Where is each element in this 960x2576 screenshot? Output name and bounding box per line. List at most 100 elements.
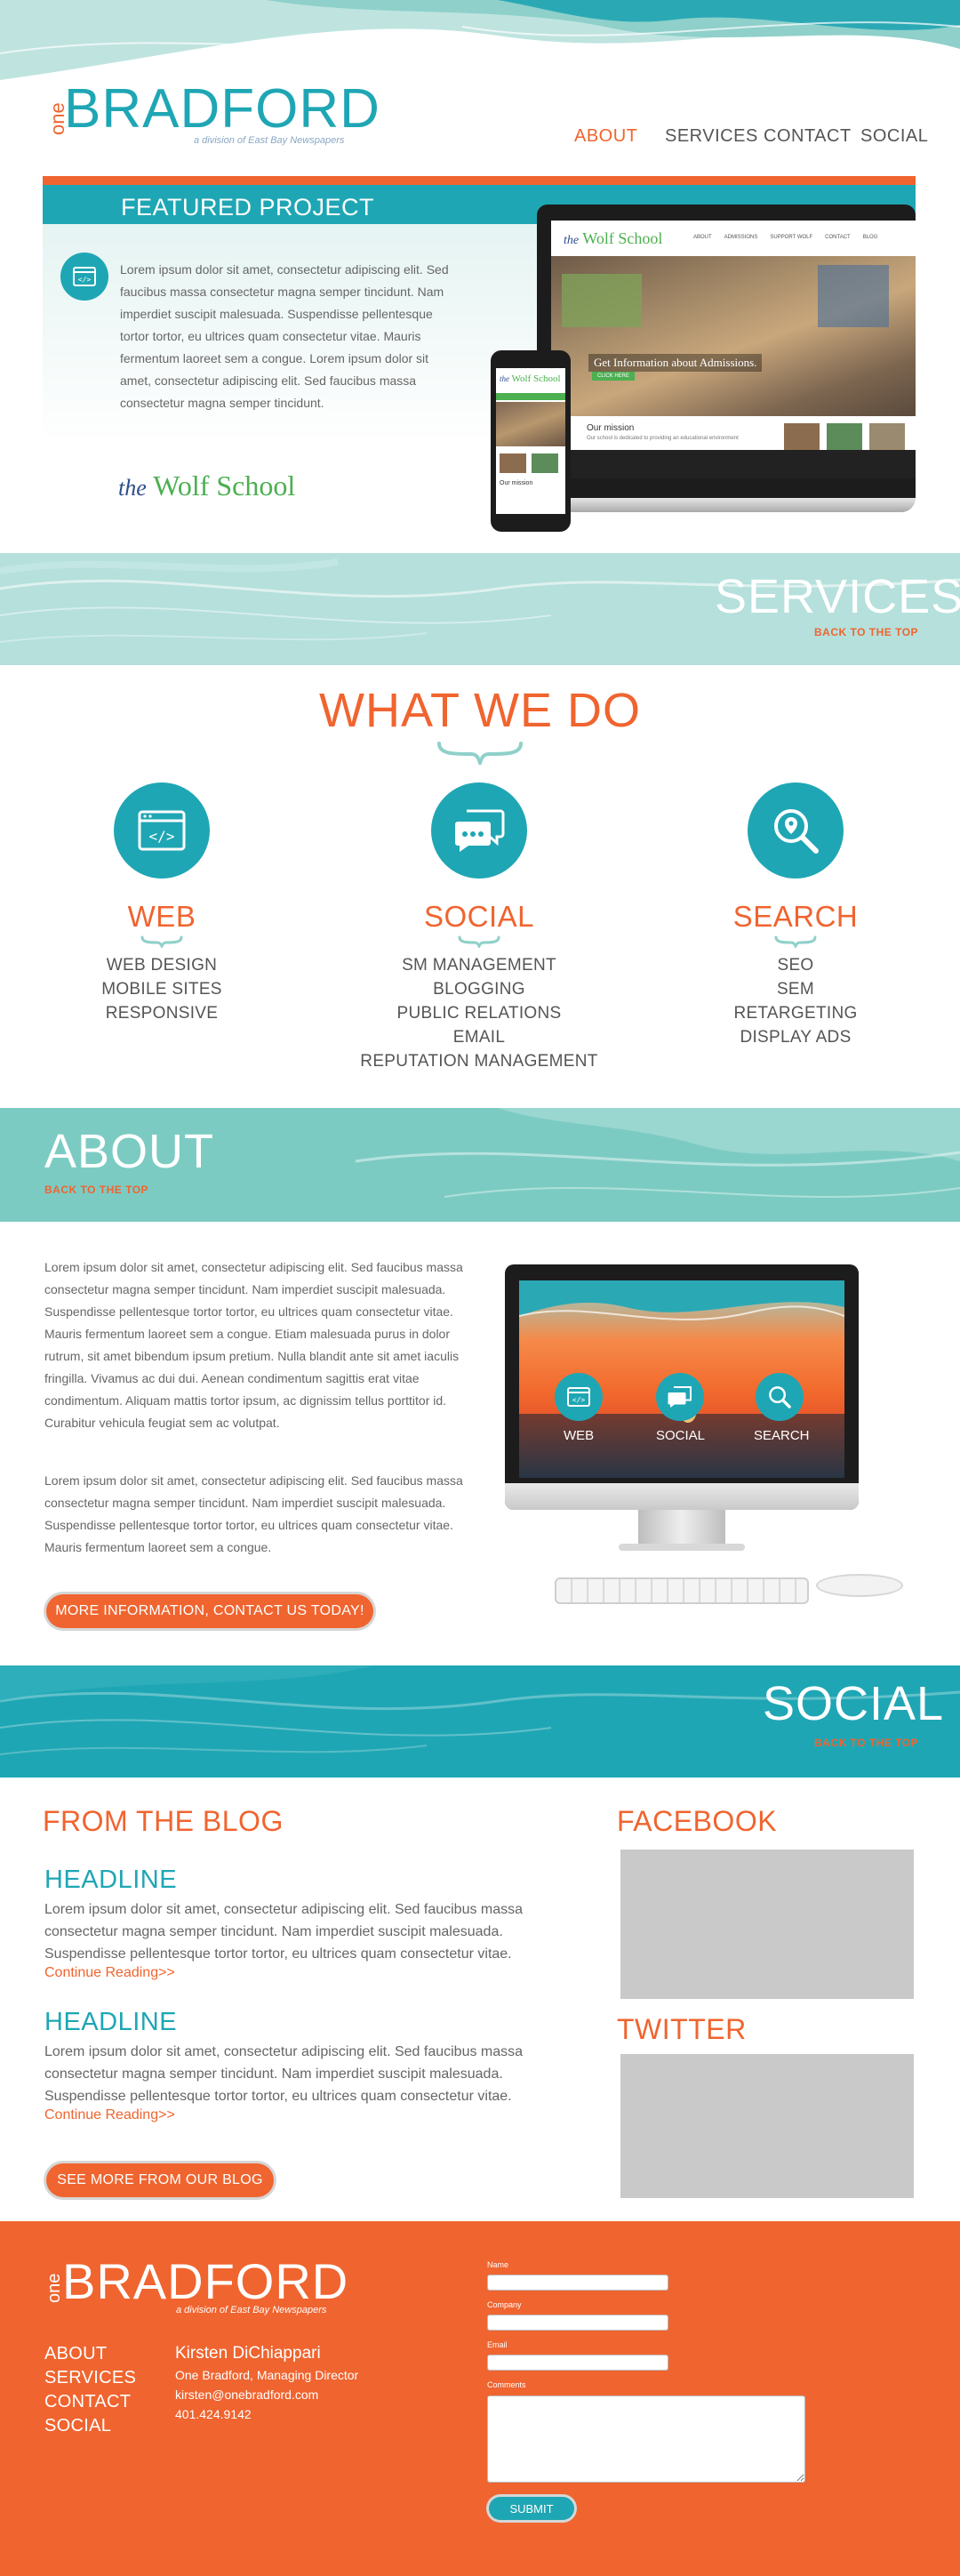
service-item: BLOGGING bbox=[433, 980, 525, 999]
blog-post-1-continue-link[interactable]: Continue Reading>> bbox=[44, 1965, 175, 1981]
about-back-to-top-link[interactable]: BACK TO THE TOP bbox=[44, 1184, 148, 1196]
mockup-nav-item: SUPPORT WOLF bbox=[770, 235, 813, 240]
service-title-social: SOCIAL bbox=[423, 900, 535, 933]
service-item: EMAIL bbox=[452, 1028, 506, 1047]
service-item: RESPONSIVE bbox=[105, 1004, 219, 1023]
nav-services[interactable]: SERVICES bbox=[665, 126, 758, 147]
blog-post-1-text: Lorem ipsum dolor sit amet, consectetur … bbox=[44, 1902, 524, 1962]
laptop-screen: the Wolf School ABOUT ADMISSIONS SUPPORT… bbox=[551, 221, 916, 478]
what-we-do-title: WHAT WE DO bbox=[319, 684, 641, 737]
brace-decoration bbox=[140, 935, 183, 948]
mouse bbox=[816, 1574, 903, 1597]
see-more-blog-button[interactable]: SEE MORE FROM OUR BLOG bbox=[46, 2163, 274, 2197]
footer-nav-contact[interactable]: CONTACT bbox=[44, 2390, 136, 2414]
services-title: SERVICES bbox=[715, 570, 960, 623]
comments-field[interactable] bbox=[487, 2395, 805, 2483]
featured-title: FEATURED PROJECT bbox=[121, 194, 375, 221]
chat-bubbles-icon bbox=[431, 782, 527, 879]
svg-text:</>: </> bbox=[149, 828, 175, 845]
nav-social[interactable]: SOCIAL bbox=[860, 126, 928, 147]
footer-nav-social[interactable]: SOCIAL bbox=[44, 2414, 136, 2438]
services-back-to-top-link[interactable]: BACK TO THE TOP bbox=[814, 626, 918, 638]
contact-email[interactable]: kirsten@onebradford.com bbox=[175, 2385, 358, 2404]
email-label: Email bbox=[487, 2340, 508, 2349]
monitor-label-web: WEB bbox=[564, 1428, 595, 1443]
blog-post-1-headline[interactable]: HEADLINE bbox=[44, 1866, 177, 1895]
chat-bubbles-icon bbox=[656, 1373, 704, 1421]
mockup-hero-text: Get Information about Admissions. bbox=[588, 354, 763, 372]
featured-project-panel: FEATURED PROJECT </> Lorem ipsum dolor s… bbox=[43, 176, 916, 532]
social-back-to-top-link[interactable]: BACK TO THE TOP bbox=[814, 1737, 918, 1749]
contact-name: Kirsten DiChiappari bbox=[175, 2344, 321, 2363]
contact-phone: 401.424.9142 bbox=[175, 2407, 252, 2421]
footer-nav-services[interactable]: SERVICES bbox=[44, 2366, 136, 2390]
mockup-site-nav: ABOUT ADMISSIONS SUPPORT WOLF CONTACT BL… bbox=[693, 235, 916, 240]
phone-mission-heading: Our mission bbox=[500, 480, 533, 486]
svg-text:</>: </> bbox=[572, 1396, 586, 1404]
phone-screen: the Wolf School Our mission bbox=[496, 368, 565, 514]
mockup-nav-item: CONTACT bbox=[825, 235, 851, 240]
footer-logo[interactable]: one BRADFORD a division of East Bay News… bbox=[43, 2257, 348, 2319]
service-item: MOBILE SITES bbox=[101, 980, 222, 999]
blog-post-2-headline[interactable]: HEADLINE bbox=[44, 2008, 177, 2037]
service-column-social: SOCIAL SM MANAGEMENT BLOGGING PUBLIC REL… bbox=[346, 782, 612, 1073]
mockup-nav-item: BLOG bbox=[862, 235, 878, 240]
contact-us-button[interactable]: MORE INFORMATION, CONTACT US TODAY! bbox=[46, 1594, 373, 1628]
twitter-section-title: TWITTER bbox=[617, 2013, 747, 2045]
mockup-hero-button: CLICK HERE bbox=[592, 372, 636, 381]
footer: one BRADFORD a division of East Bay News… bbox=[0, 2221, 960, 2576]
twitter-feed-placeholder[interactable] bbox=[620, 2054, 914, 2198]
about-paragraph-2: Lorem ipsum dolor sit amet, consectetur … bbox=[44, 1473, 463, 1554]
service-item: RETARGETING bbox=[733, 1004, 858, 1023]
email-field[interactable] bbox=[487, 2355, 668, 2371]
featured-accent-bar bbox=[43, 176, 916, 185]
company-field[interactable] bbox=[487, 2315, 668, 2331]
blog-post-2-continue-link[interactable]: Continue Reading>> bbox=[44, 2107, 175, 2123]
mockup-nav-item: ABOUT bbox=[693, 235, 712, 240]
header-logo[interactable]: one BRADFORD a division of East Bay News… bbox=[43, 82, 380, 153]
services-band: SERVICES BACK TO THE TOP bbox=[0, 553, 960, 665]
social-title: SOCIAL bbox=[763, 1677, 945, 1730]
blog-post-2-text: Lorem ipsum dolor sit amet, consectetur … bbox=[44, 2044, 524, 2104]
about-band: ABOUT BACK TO THE TOP bbox=[0, 1108, 960, 1222]
header-wave-decoration bbox=[0, 0, 960, 80]
footer-logo-wordmark: BRADFORD bbox=[62, 2253, 349, 2309]
footer-nav-about[interactable]: ABOUT bbox=[44, 2342, 136, 2366]
brace-decoration bbox=[774, 935, 817, 948]
service-item: SEO bbox=[777, 956, 814, 975]
service-list-social: SM MANAGEMENT BLOGGING PUBLIC RELATIONS … bbox=[346, 953, 612, 1073]
comments-label: Comments bbox=[487, 2380, 526, 2389]
svg-text:</>: </> bbox=[78, 276, 92, 284]
client-name: Wolf School bbox=[153, 469, 296, 502]
submit-button[interactable]: SUBMIT bbox=[489, 2497, 574, 2520]
company-label: Company bbox=[487, 2300, 522, 2309]
desktop-mockup: </> WEB SOCIAL SEARCH bbox=[505, 1264, 921, 1611]
footer-logo-tagline: a division of East Bay Newspapers bbox=[176, 2305, 327, 2315]
service-list-search: SEO SEM RETARGETING DISPLAY ADS bbox=[662, 953, 929, 1049]
keyboard bbox=[555, 1577, 809, 1604]
magnifier-icon bbox=[756, 1373, 804, 1421]
service-item: PUBLIC RELATIONS bbox=[396, 1004, 562, 1023]
name-label: Name bbox=[487, 2260, 509, 2269]
nav-contact[interactable]: CONTACT bbox=[764, 126, 852, 147]
service-title-search: SEARCH bbox=[732, 900, 859, 933]
code-window-icon: </> bbox=[555, 1373, 603, 1421]
about-paragraph-1: Lorem ipsum dolor sit amet, consectetur … bbox=[44, 1260, 463, 1430]
facebook-feed-placeholder[interactable] bbox=[620, 1850, 914, 1999]
monitor-label-search: SEARCH bbox=[754, 1428, 810, 1443]
phone-mockup: the Wolf School Our mission bbox=[491, 350, 571, 532]
contact-title: One Bradford, Managing Director bbox=[175, 2368, 359, 2382]
magnifier-icon bbox=[748, 782, 844, 879]
nav-about[interactable]: ABOUT bbox=[574, 126, 637, 147]
name-field[interactable] bbox=[487, 2275, 668, 2291]
footer-nav: ABOUT SERVICES CONTACT SOCIAL bbox=[44, 2342, 136, 2438]
social-band: SOCIAL BACK TO THE TOP bbox=[0, 1665, 960, 1778]
mockup-mission-text: Our school is dedicated to providing an … bbox=[587, 436, 739, 441]
code-window-icon: </> bbox=[60, 253, 108, 301]
featured-client-logo[interactable]: the Wolf School bbox=[118, 469, 295, 502]
service-column-web: </> WEB WEB DESIGN MOBILE SITES RESPONSI… bbox=[28, 782, 295, 1025]
logo-wordmark: BRADFORD bbox=[64, 78, 380, 140]
service-item: SM MANAGEMENT bbox=[402, 956, 556, 975]
monitor-label-social: SOCIAL bbox=[656, 1428, 706, 1443]
about-title: ABOUT bbox=[44, 1125, 215, 1178]
